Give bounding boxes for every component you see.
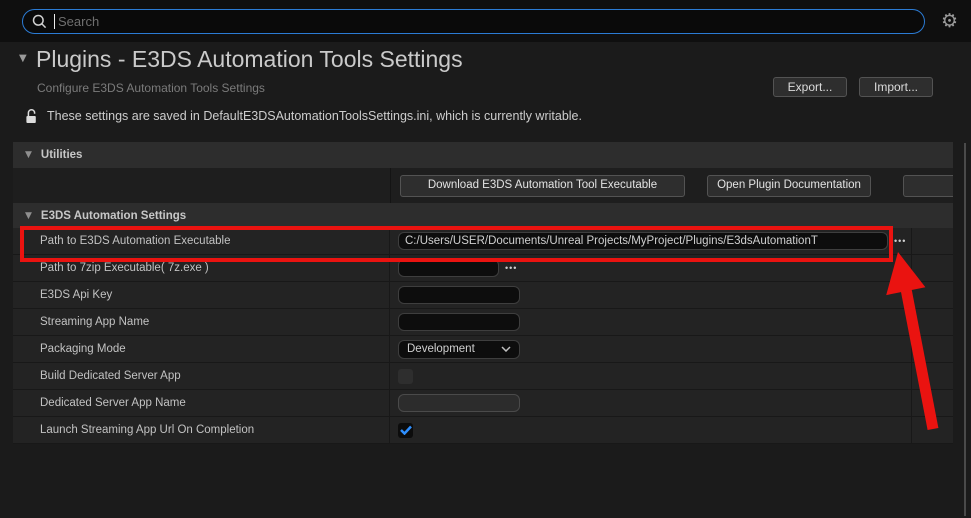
setting-label: E3DS Api Key: [13, 282, 390, 308]
import-button[interactable]: Import...: [859, 77, 933, 97]
title-expander-icon[interactable]: ▼: [19, 53, 27, 64]
setting-row: Packaging Mode Development: [13, 336, 953, 363]
search-icon: [32, 14, 47, 29]
row-extra-cell: [912, 336, 953, 362]
setting-label: Dedicated Server App Name: [13, 390, 390, 416]
checkbox-checked[interactable]: [398, 423, 413, 438]
setting-value-cell: [390, 417, 912, 443]
settings-gear-icon[interactable]: ⚙: [941, 9, 958, 33]
setting-value-cell: •••: [390, 228, 912, 254]
row-extra-cell: [912, 309, 953, 335]
browse-ellipsis-button[interactable]: •••: [894, 236, 906, 246]
text-field[interactable]: [398, 232, 888, 250]
writable-notice-row: These settings are saved in DefaultE3DSA…: [25, 108, 582, 124]
text-field-disabled: [398, 394, 520, 412]
section-title: Utilities: [41, 149, 83, 161]
row-extra-cell: [912, 390, 953, 416]
setting-label: Packaging Mode: [13, 336, 390, 362]
text-field[interactable]: [398, 286, 520, 304]
chevron-down-icon: ▼: [25, 150, 32, 160]
row-extra-cell: [912, 282, 953, 308]
checkbox-unchecked[interactable]: [398, 369, 413, 384]
search-placeholder: Search: [58, 14, 99, 29]
text-cursor: [54, 14, 55, 29]
setting-value-cell: [390, 363, 912, 389]
utility-button[interactable]: Download E3DS Automation Tool Executable: [400, 175, 685, 197]
utility-button-partial[interactable]: [903, 175, 953, 197]
setting-row: Launch Streaming App Url On Completion: [13, 417, 953, 444]
text-field[interactable]: [398, 259, 499, 277]
vertical-scrollbar[interactable]: [964, 143, 966, 516]
top-search-bar: Search ⚙: [0, 0, 971, 42]
setting-value-cell: [390, 282, 912, 308]
setting-label: Path to 7zip Executable( 7z.exe ): [13, 255, 390, 281]
setting-label: Streaming App Name: [13, 309, 390, 335]
setting-value-cell: [390, 390, 912, 416]
utility-button[interactable]: Open Plugin Documentation: [707, 175, 871, 197]
utilities-button-row: Download E3DS Automation Tool Executable…: [13, 168, 953, 203]
browse-ellipsis-button[interactable]: •••: [505, 263, 517, 273]
section-title: E3DS Automation Settings: [41, 210, 186, 222]
dropdown-value: Development: [407, 343, 475, 355]
setting-row: E3DS Api Key: [13, 282, 953, 309]
setting-label: Launch Streaming App Url On Completion: [13, 417, 390, 443]
page-title: Plugins - E3DS Automation Tools Settings: [36, 46, 463, 73]
writable-notice-text: These settings are saved in DefaultE3DSA…: [47, 109, 582, 123]
unlocked-padlock-icon: [25, 108, 38, 124]
column-divider: [390, 168, 391, 203]
setting-row: Path to 7zip Executable( 7z.exe ) •••: [13, 255, 953, 282]
setting-value-cell: •••: [390, 255, 912, 281]
text-field[interactable]: [398, 313, 520, 331]
section-header-automation[interactable]: ▼ E3DS Automation Settings: [13, 203, 953, 229]
section-header-utilities[interactable]: ▼ Utilities: [13, 142, 953, 168]
row-extra-cell: [912, 228, 953, 254]
settings-rows: Path to E3DS Automation Executable•••Pat…: [13, 228, 953, 444]
page-subtitle: Configure E3DS Automation Tools Settings: [37, 81, 265, 95]
setting-label: Build Dedicated Server App: [13, 363, 390, 389]
setting-value-cell: Development: [390, 336, 912, 362]
row-extra-cell: [912, 417, 953, 443]
dropdown-select[interactable]: Development: [398, 340, 520, 359]
row-extra-cell: [912, 255, 953, 281]
setting-label: Path to E3DS Automation Executable: [13, 228, 390, 254]
setting-row: Dedicated Server App Name: [13, 390, 953, 417]
export-button[interactable]: Export...: [773, 77, 847, 97]
row-extra-cell: [912, 363, 953, 389]
setting-row: Build Dedicated Server App: [13, 363, 953, 390]
setting-row: Path to E3DS Automation Executable •••: [13, 228, 953, 255]
chevron-down-icon: [501, 346, 511, 352]
setting-row: Streaming App Name: [13, 309, 953, 336]
search-input[interactable]: Search: [22, 9, 925, 34]
chevron-down-icon: ▼: [25, 211, 32, 221]
setting-value-cell: [390, 309, 912, 335]
